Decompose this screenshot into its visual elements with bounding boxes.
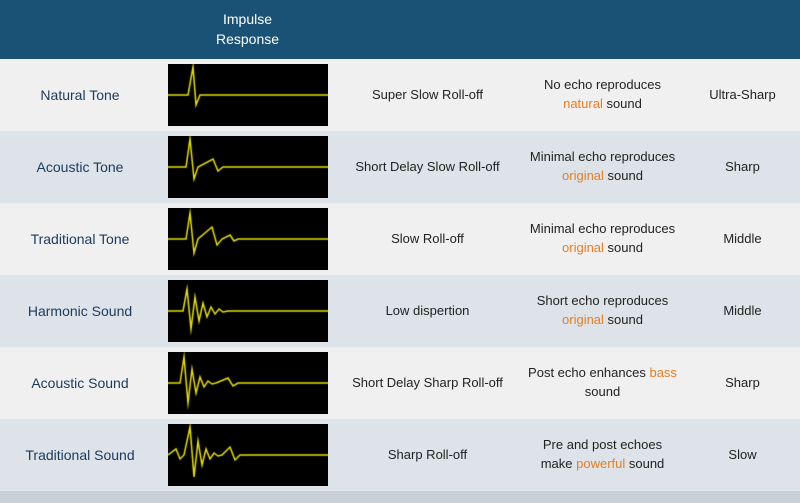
table-row: Harmonic Sound Low dispertionShort echo r…	[0, 275, 800, 347]
remarks-cell: Short echo reproduces original sound	[520, 275, 685, 347]
remarks-cell: Minimal echo reproduces original sound	[520, 203, 685, 275]
filter-name-cell: Slow Roll-off	[335, 203, 520, 275]
impulse-response-cell	[160, 131, 335, 203]
filter-name-cell: Super Slow Roll-off	[335, 59, 520, 131]
impulse-response-cell	[160, 203, 335, 275]
header-filter	[335, 0, 520, 59]
edge-cell: Sharp	[685, 131, 800, 203]
table-row: Natural Tone Super Slow Roll-offNo echo r…	[0, 59, 800, 131]
sound-type-cell: Traditional Tone	[0, 203, 160, 275]
edge-cell: Middle	[685, 203, 800, 275]
table-row: Traditional Tone Slow Roll-offMinimal ech…	[0, 203, 800, 275]
impulse-response-cell	[160, 419, 335, 491]
remarks-cell: Minimal echo reproduces original sound	[520, 131, 685, 203]
impulse-response-cell	[160, 347, 335, 419]
header-edge	[685, 0, 800, 59]
edge-cell: Ultra-Sharp	[685, 59, 800, 131]
sound-type-cell: Acoustic Sound	[0, 347, 160, 419]
impulse-response-cell	[160, 59, 335, 131]
table-row: Traditional Sound Sharp Roll-offPre and p…	[0, 419, 800, 491]
filter-name-cell: Short Delay Sharp Roll-off	[335, 347, 520, 419]
sound-type-cell: Natural Tone	[0, 59, 160, 131]
sound-type-cell: Harmonic Sound	[0, 275, 160, 347]
filter-name-cell: Sharp Roll-off	[335, 419, 520, 491]
remarks-cell: Pre and post echoes make powerful sound	[520, 419, 685, 491]
table-row: Acoustic Tone Short Delay Slow Roll-offMi…	[0, 131, 800, 203]
edge-cell: Slow	[685, 419, 800, 491]
header-impulse: ImpulseResponse	[160, 0, 335, 59]
sound-type-cell: Traditional Sound	[0, 419, 160, 491]
impulse-response-cell	[160, 275, 335, 347]
header-remarks	[520, 0, 685, 59]
table-row: Acoustic Sound Short Delay Sharp Roll-off…	[0, 347, 800, 419]
filter-name-cell: Short Delay Slow Roll-off	[335, 131, 520, 203]
header-sound-type	[0, 0, 160, 59]
filter-name-cell: Low dispertion	[335, 275, 520, 347]
edge-cell: Middle	[685, 275, 800, 347]
sound-type-cell: Acoustic Tone	[0, 131, 160, 203]
edge-cell: Sharp	[685, 347, 800, 419]
remarks-cell: No echo reproduces natural sound	[520, 59, 685, 131]
remarks-cell: Post echo enhances bass sound	[520, 347, 685, 419]
